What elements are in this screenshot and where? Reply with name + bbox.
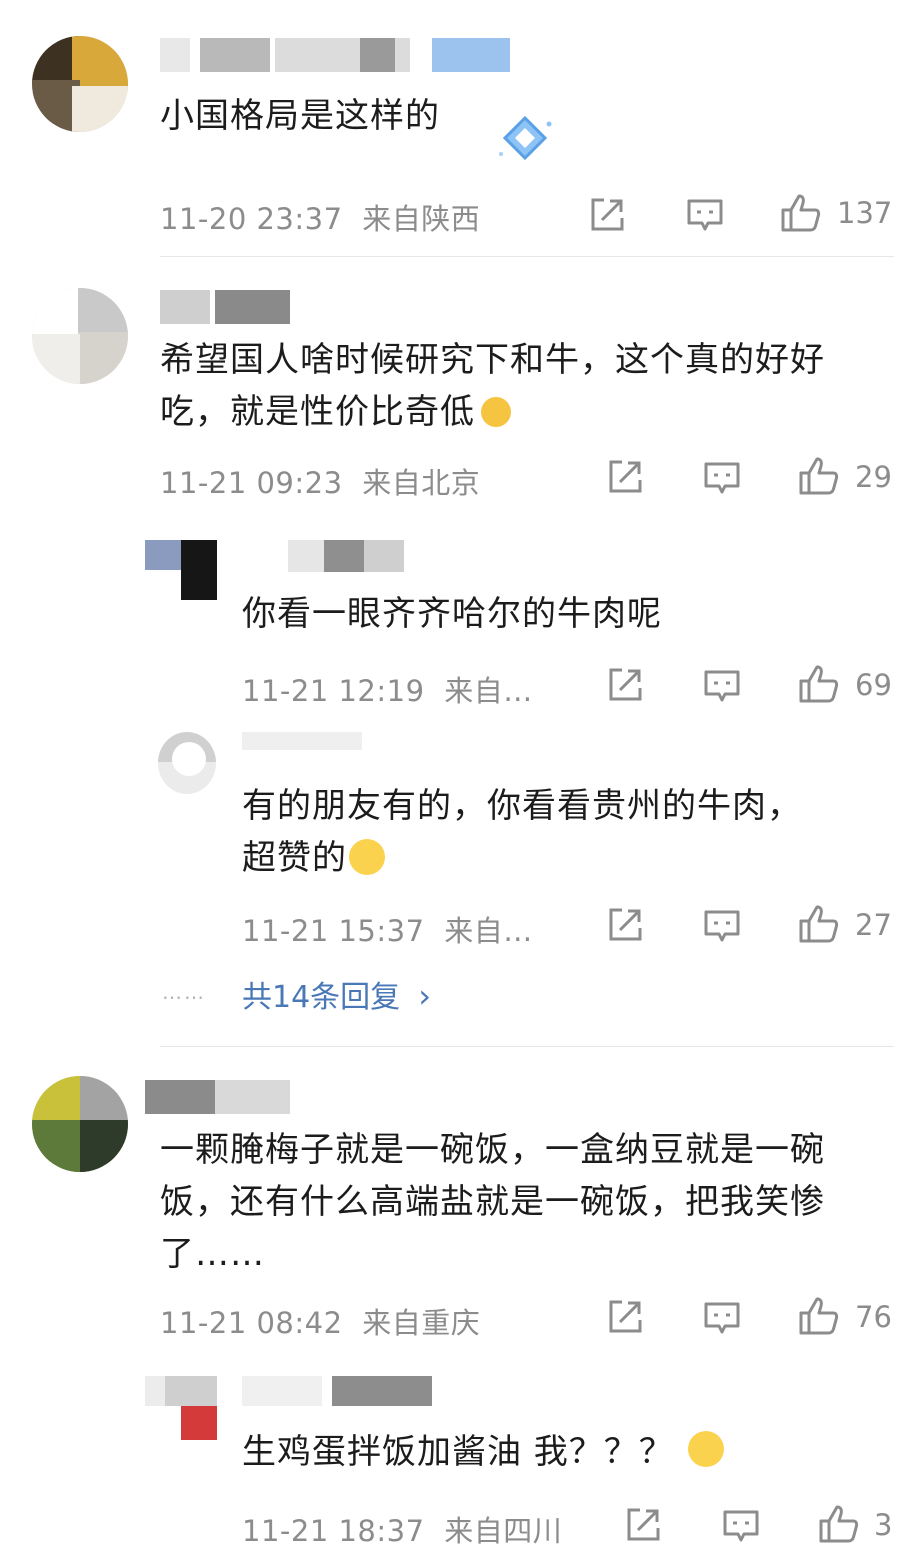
comment-text: 一颗腌梅子就是一碗饭，一盒纳豆就是一碗 饭，还有什么高端盐就是一碗饭，把我笑惨 … bbox=[160, 1130, 825, 1274]
location: 来自北京 bbox=[362, 466, 481, 500]
timestamp: 11-21 15:37 bbox=[242, 914, 425, 948]
like-count: 27 bbox=[855, 908, 892, 942]
more-replies-link[interactable]: 共14条回复 › bbox=[242, 972, 431, 1016]
thumbs-up-icon[interactable] bbox=[798, 1296, 840, 1336]
thumbs-up-icon[interactable] bbox=[798, 456, 840, 496]
like-count: 69 bbox=[855, 668, 892, 702]
location: 来自重庆 bbox=[362, 1306, 481, 1340]
avatar[interactable] bbox=[32, 288, 128, 384]
like-count: 76 bbox=[855, 1300, 892, 1334]
location: 来自… bbox=[444, 674, 533, 708]
comment-icon[interactable] bbox=[703, 1301, 741, 1337]
share-icon[interactable] bbox=[606, 666, 644, 704]
share-icon[interactable] bbox=[606, 1298, 644, 1336]
username-redacted[interactable] bbox=[242, 732, 362, 750]
emoji-icon bbox=[481, 397, 511, 427]
chevron-right-icon: › bbox=[418, 977, 431, 1015]
comment-text: 小国格局是这样的 bbox=[160, 96, 440, 136]
location: 来自四川 bbox=[444, 1514, 563, 1545]
comment-icon[interactable] bbox=[703, 461, 741, 497]
thumbs-up-icon[interactable] bbox=[818, 1504, 860, 1544]
reply-text: 生鸡蛋拌饭加酱油 我？？？ bbox=[242, 1426, 724, 1478]
reply-text: 有的朋友有的，你看看贵州的牛肉， 超赞的 bbox=[242, 786, 802, 878]
username-redacted[interactable] bbox=[160, 290, 290, 324]
share-icon[interactable] bbox=[606, 906, 644, 944]
username-redacted[interactable] bbox=[145, 1080, 290, 1114]
avatar[interactable] bbox=[145, 540, 217, 600]
divider bbox=[160, 256, 894, 257]
location: 来自陕西 bbox=[362, 202, 481, 236]
avatar[interactable] bbox=[32, 1076, 128, 1172]
comment-text: 希望国人啥时候研究下和牛，这个真的好好 吃，就是性价比奇低 bbox=[160, 340, 825, 432]
like-count: 3 bbox=[874, 1508, 893, 1542]
badge-icon bbox=[495, 112, 555, 170]
username-redacted[interactable] bbox=[160, 38, 510, 72]
comment-meta: 11-21 09:23 来自北京 bbox=[160, 460, 480, 502]
reply-text: 你看一眼齐齐哈尔的牛肉呢 bbox=[242, 594, 662, 634]
comment-icon[interactable] bbox=[703, 669, 741, 705]
location: 来自… bbox=[444, 914, 533, 948]
share-icon[interactable] bbox=[588, 196, 626, 234]
divider bbox=[160, 1046, 894, 1047]
comment-icon[interactable] bbox=[703, 909, 741, 945]
timestamp: 11-21 09:23 bbox=[160, 466, 343, 500]
comment-meta: 11-21 08:42 来自重庆 bbox=[160, 1300, 480, 1342]
username-redacted[interactable] bbox=[288, 540, 408, 572]
timestamp: 11-21 12:19 bbox=[242, 674, 425, 708]
share-icon[interactable] bbox=[606, 458, 644, 496]
thumbs-up-icon[interactable] bbox=[798, 664, 840, 704]
thumbs-up-icon[interactable] bbox=[798, 904, 840, 944]
comment-icon[interactable] bbox=[722, 1509, 760, 1545]
reply-meta: 11-21 18:37 来自四川 bbox=[242, 1508, 562, 1545]
timestamp: 11-20 23:37 bbox=[160, 202, 343, 236]
comment-icon[interactable] bbox=[686, 198, 724, 234]
timestamp: 11-21 08:42 bbox=[160, 1306, 343, 1340]
reply-meta: 11-21 15:37 来自… bbox=[242, 908, 533, 950]
avatar[interactable] bbox=[145, 1376, 217, 1440]
comment-meta: 11-20 23:37 来自陕西 bbox=[160, 196, 480, 238]
avatar[interactable] bbox=[32, 36, 128, 132]
emoji-icon bbox=[687, 1431, 724, 1467]
reply-dots: …… bbox=[162, 980, 206, 1004]
like-count: 29 bbox=[855, 460, 892, 494]
username-redacted[interactable] bbox=[242, 1376, 432, 1406]
thumbs-up-icon[interactable] bbox=[780, 193, 822, 233]
avatar[interactable] bbox=[158, 732, 216, 794]
timestamp: 11-21 18:37 bbox=[242, 1514, 425, 1545]
reply-meta: 11-21 12:19 来自… bbox=[242, 668, 533, 710]
emoji-icon bbox=[349, 839, 385, 875]
share-icon[interactable] bbox=[624, 1506, 662, 1544]
like-count: 137 bbox=[837, 196, 893, 230]
